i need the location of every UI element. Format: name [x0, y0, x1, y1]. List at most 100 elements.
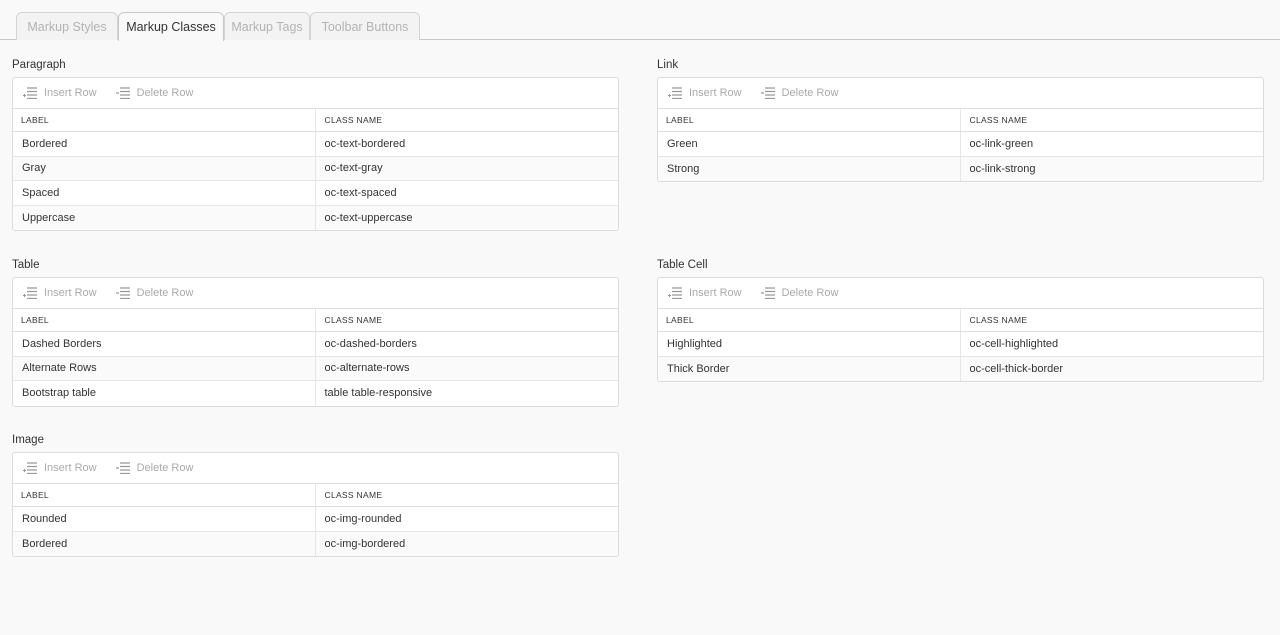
column-header-label: LABEL — [658, 309, 961, 331]
row-label-cell[interactable]: Strong — [658, 156, 961, 181]
delete-row-icon — [760, 287, 775, 299]
tab-markup-styles[interactable]: Markup Styles — [16, 12, 118, 40]
insert-row-button[interactable]: Insert Row — [23, 287, 97, 299]
row-class-name-cell[interactable]: oc-link-strong — [961, 157, 1264, 182]
row-label-cell[interactable]: Green — [658, 132, 961, 156]
table-row[interactable]: Alternate Rows oc-alternate-rows — [13, 356, 619, 381]
grid-toolbar: Insert Row Delete Row — [658, 278, 1263, 309]
row-label-cell[interactable]: Bordered — [13, 132, 316, 156]
grid-rows: Highlighted oc-cell-highlighted Thick Bord… — [658, 332, 1263, 381]
column-header-class-name: CLASS NAME — [969, 315, 1028, 325]
grid-rows: Green oc-link-green Strong oc-link-strong — [658, 132, 1263, 181]
row-class-name-cell[interactable]: oc-text-spaced — [316, 181, 619, 205]
row-class-name-cell[interactable]: oc-cell-thick-border — [961, 357, 1264, 382]
insert-row-icon — [23, 87, 37, 99]
image-section: Image Insert Row Delete Row LABEL CLASS … — [12, 433, 619, 557]
column-header-label: LABEL — [13, 309, 316, 331]
row-label-cell[interactable]: Thick Border — [658, 356, 961, 381]
insert-row-button[interactable]: Insert Row — [23, 462, 97, 474]
column-header-class-name: CLASS NAME — [969, 115, 1028, 125]
insert-row-icon — [668, 87, 682, 99]
delete-row-button[interactable]: Delete Row — [115, 462, 194, 474]
row-label-cell[interactable]: Bordered — [13, 531, 316, 556]
tab-markup-classes[interactable]: Markup Classes — [118, 12, 224, 41]
delete-row-button[interactable]: Delete Row — [760, 287, 839, 299]
column-header-class-name: CLASS NAME — [324, 490, 383, 500]
row-class-name-cell[interactable]: oc-cell-highlighted — [961, 332, 1264, 356]
row-label-cell[interactable]: Dashed Borders — [13, 332, 316, 356]
delete-row-button[interactable]: Delete Row — [115, 87, 194, 99]
row-class-name-cell[interactable]: oc-link-green — [961, 132, 1264, 156]
table-row[interactable]: Bootstrap table table table-responsive — [13, 381, 618, 406]
delete-row-icon — [115, 287, 130, 299]
delete-row-label: Delete Row — [136, 287, 194, 299]
row-class-name-cell[interactable]: oc-alternate-rows — [316, 357, 619, 381]
row-class-name-cell[interactable]: oc-img-bordered — [316, 532, 619, 557]
grid-header: LABEL CLASS NAME — [13, 309, 618, 332]
delete-row-button[interactable]: Delete Row — [115, 287, 194, 299]
table-row[interactable]: Bordered oc-text-bordered — [13, 132, 618, 157]
insert-row-icon — [668, 287, 682, 299]
tab-toolbar-buttons[interactable]: Toolbar Buttons — [310, 12, 420, 40]
row-class-name-cell[interactable]: oc-img-rounded — [316, 507, 619, 531]
row-class-name-cell[interactable]: table table-responsive — [316, 381, 619, 406]
delete-row-label: Delete Row — [136, 87, 194, 99]
classes-grid: Insert Row Delete Row LABEL CLASS NAME H… — [657, 277, 1264, 382]
table-row[interactable]: Uppercase oc-text-uppercase — [13, 205, 619, 231]
delete-row-label: Delete Row — [781, 287, 839, 299]
paragraph-section: Paragraph Insert Row Delete Row LABEL CL… — [12, 58, 619, 231]
delete-row-button[interactable]: Delete Row — [760, 87, 838, 99]
row-class-name-cell[interactable]: oc-text-gray — [316, 157, 619, 181]
row-class-name-cell[interactable]: oc-dashed-borders — [316, 332, 619, 356]
section-title: Link — [657, 59, 679, 71]
classes-grid: Insert Row Delete Row LABEL CLASS NAME D… — [12, 277, 619, 407]
row-label-cell[interactable]: Bootstrap table — [13, 381, 316, 406]
link-section: Link Insert Row Delete Row LABEL CLASS N… — [657, 58, 1264, 182]
delete-row-icon — [115, 462, 130, 474]
table-row[interactable]: Strong oc-link-strong — [658, 156, 1264, 182]
grid-rows: Dashed Borders oc-dashed-borders Alternate… — [13, 332, 618, 406]
column-header-label: LABEL — [13, 109, 316, 131]
insert-row-label: Insert Row — [689, 287, 742, 299]
delete-row-label: Delete Row — [136, 462, 194, 474]
section-title: Paragraph — [12, 59, 66, 71]
table-row[interactable]: Rounded oc-img-rounded — [13, 507, 618, 532]
tab-markup-tags[interactable]: Markup Tags — [224, 12, 310, 40]
table-row[interactable]: Green oc-link-green — [658, 132, 1263, 157]
row-class-name-cell[interactable]: oc-text-uppercase — [316, 206, 619, 231]
table-row[interactable]: Dashed Borders oc-dashed-borders — [13, 332, 618, 357]
table-row[interactable]: Highlighted oc-cell-highlighted — [658, 332, 1263, 357]
insert-row-icon — [23, 462, 37, 474]
table-row[interactable]: Spaced oc-text-spaced — [13, 181, 618, 206]
row-label-cell[interactable]: Rounded — [13, 507, 316, 531]
column-header-class-name: CLASS NAME — [324, 115, 383, 125]
delete-row-icon — [115, 87, 130, 99]
row-class-name-cell[interactable]: oc-text-bordered — [316, 132, 619, 156]
section-title: Table Cell — [657, 259, 708, 271]
column-header-label: LABEL — [13, 484, 316, 506]
table-row[interactable]: Gray oc-text-gray — [13, 156, 619, 181]
table-section: Table Insert Row Delete Row LABEL CLASS … — [12, 258, 619, 407]
row-label-cell[interactable]: Spaced — [13, 181, 316, 205]
table-row[interactable]: Bordered oc-img-bordered — [13, 531, 619, 557]
insert-row-button[interactable]: Insert Row — [668, 87, 742, 99]
grid-rows: Rounded oc-img-rounded Bordered oc-img-bord… — [13, 507, 618, 556]
grid-toolbar: Insert Row Delete Row — [13, 78, 618, 109]
row-label-cell[interactable]: Gray — [13, 156, 316, 180]
grid-toolbar: Insert Row Delete Row — [13, 278, 618, 309]
row-label-cell[interactable]: Uppercase — [13, 205, 316, 230]
insert-row-button[interactable]: Insert Row — [668, 287, 742, 299]
insert-row-label: Insert Row — [44, 87, 97, 99]
insert-row-button[interactable]: Insert Row — [23, 87, 97, 99]
table-row[interactable]: Thick Border oc-cell-thick-border — [658, 356, 1264, 382]
classes-grid: Insert Row Delete Row LABEL CLASS NAME G… — [657, 77, 1264, 182]
grid-toolbar: Insert Row Delete Row — [13, 453, 618, 484]
insert-row-icon — [23, 287, 37, 299]
column-header-label: LABEL — [658, 109, 961, 131]
column-header-class-name: CLASS NAME — [324, 315, 383, 325]
grid-toolbar: Insert Row Delete Row — [658, 78, 1263, 109]
row-label-cell[interactable]: Alternate Rows — [13, 356, 316, 380]
row-label-cell[interactable]: Highlighted — [658, 332, 961, 356]
table-cell-section: Table Cell Insert Row Delete Row LABEL C… — [657, 258, 1264, 382]
grid-header: LABEL CLASS NAME — [13, 109, 618, 132]
